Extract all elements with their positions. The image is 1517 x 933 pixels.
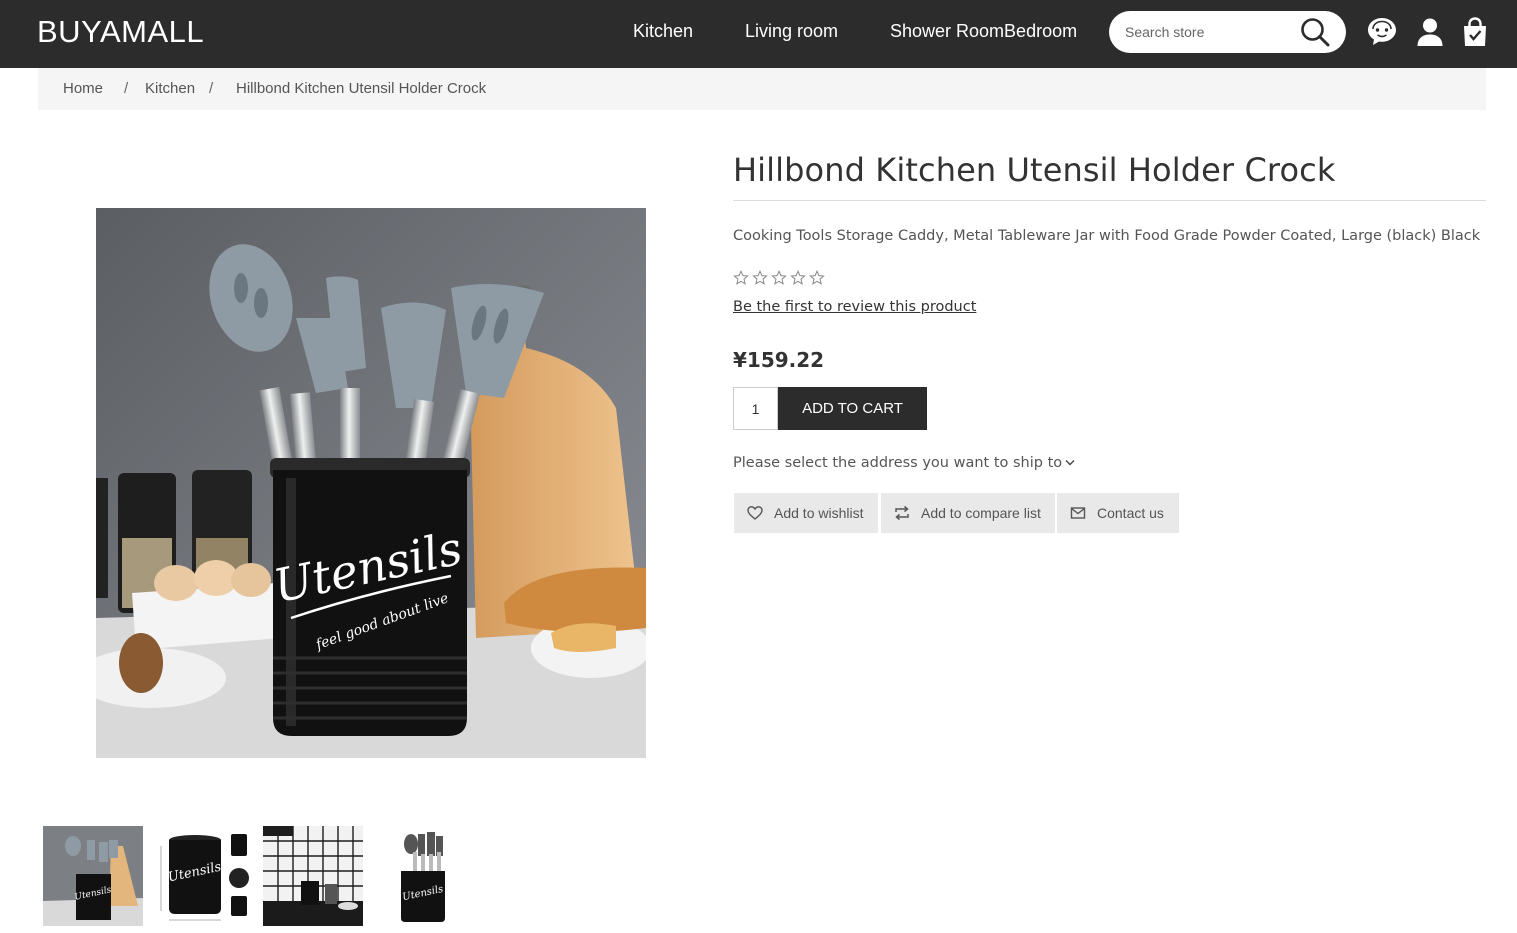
cart-icon[interactable] [1458, 15, 1492, 49]
rating-stars [733, 270, 825, 286]
product-price: ¥159.22 [733, 348, 825, 372]
product-main-image[interactable]: Utensils feel good about live [96, 208, 646, 758]
add-to-compare-button[interactable]: Add to compare list [881, 493, 1055, 533]
wishlist-label: Add to wishlist [774, 505, 864, 521]
breadcrumb-separator: / [124, 80, 129, 97]
breadcrumb-current: Hillbond Kitchen Utensil Holder Crock [236, 80, 487, 97]
first-review-link[interactable]: Be the first to review this product [733, 299, 976, 315]
nav-kitchen[interactable]: Kitchen [633, 21, 693, 42]
star-icon [752, 270, 768, 285]
logo[interactable]: BUYAMALL [37, 14, 204, 50]
nav-shower-room-bedroom[interactable]: Shower RoomBedroom [890, 21, 1077, 42]
mail-icon [1070, 507, 1086, 519]
product-subtitle: Cooking Tools Storage Caddy, Metal Table… [733, 228, 1481, 244]
nav-living-room[interactable]: Living room [745, 21, 838, 42]
chat-icon[interactable] [1365, 15, 1399, 49]
breadcrumb: Home / Kitchen / Hillbond Kitchen Utensi… [38, 68, 1486, 110]
add-to-cart-button[interactable]: ADD TO CART [778, 387, 927, 430]
quantity-input[interactable] [733, 387, 778, 430]
breadcrumb-separator: / [209, 80, 214, 97]
contact-us-button[interactable]: Contact us [1057, 493, 1179, 533]
ship-address-label: Please select the address you want to sh… [733, 455, 1063, 471]
search-icon[interactable] [1298, 15, 1332, 49]
breadcrumb-kitchen[interactable]: Kitchen [145, 80, 195, 97]
thumbnail-1[interactable]: Utensils [43, 826, 143, 926]
thumbnail-3[interactable] [263, 826, 363, 926]
star-icon [790, 270, 806, 285]
star-icon [809, 270, 825, 285]
title-divider [733, 200, 1486, 201]
star-icon [733, 270, 749, 285]
compare-label: Add to compare list [921, 505, 1041, 521]
breadcrumb-home[interactable]: Home [63, 80, 103, 97]
heart-icon [747, 506, 763, 520]
contact-label: Contact us [1097, 505, 1164, 521]
user-icon[interactable] [1413, 15, 1447, 49]
compare-icon [895, 505, 909, 521]
star-icon [771, 270, 787, 285]
chevron-down-icon [1065, 460, 1075, 466]
add-to-wishlist-button[interactable]: Add to wishlist [734, 493, 878, 533]
search-input[interactable] [1125, 21, 1295, 43]
product-title: Hillbond Kitchen Utensil Holder Crock [733, 151, 1336, 189]
thumbnail-4[interactable]: Utensils [373, 826, 473, 926]
thumbnail-2[interactable]: Utensils [153, 826, 253, 926]
ship-address-selector[interactable]: Please select the address you want to sh… [733, 455, 1075, 471]
site-header: BUYAMALL Kitchen Living room Shower Room… [0, 0, 1517, 68]
